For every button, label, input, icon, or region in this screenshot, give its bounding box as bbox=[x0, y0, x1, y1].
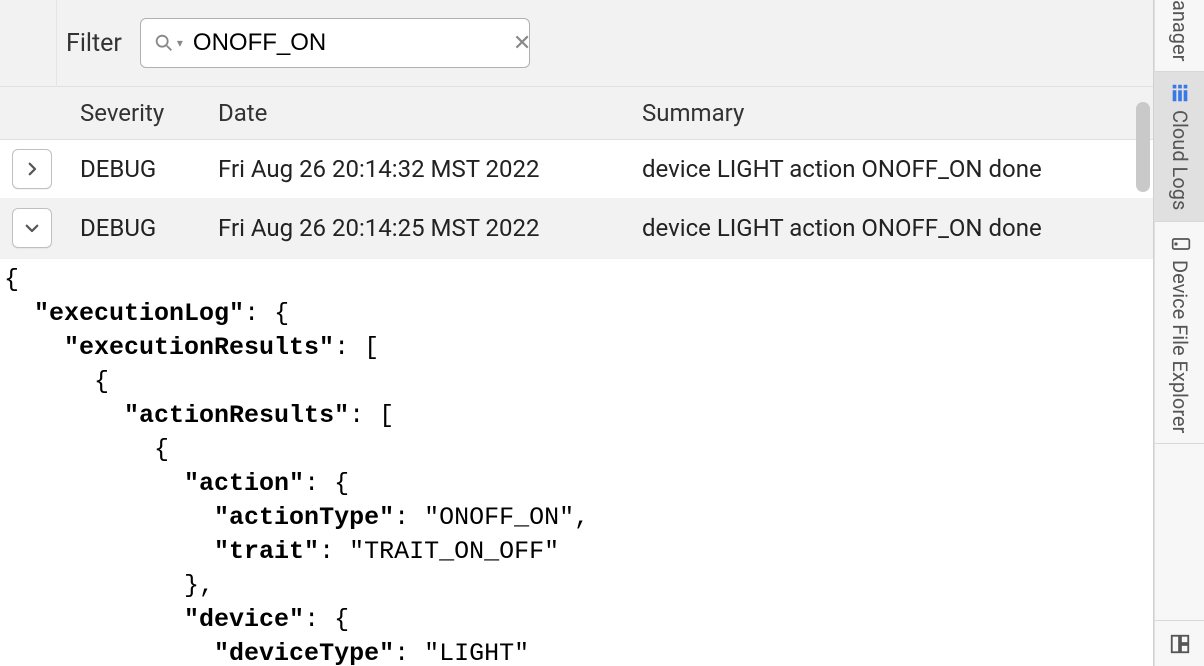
column-header-date: Date bbox=[218, 99, 642, 127]
expand-toggle[interactable] bbox=[12, 149, 52, 189]
search-field-wrap[interactable]: ▾ ✕ bbox=[140, 18, 530, 68]
log-row[interactable]: DEBUG Fri Aug 26 20:14:25 MST 2022 devic… bbox=[0, 199, 1153, 258]
sidebar-tab-label: anager bbox=[1168, 0, 1192, 61]
device-icon bbox=[1169, 232, 1191, 254]
log-row[interactable]: DEBUG Fri Aug 26 20:14:32 MST 2022 devic… bbox=[0, 140, 1153, 199]
main-panel: Filter ▾ ✕ Severity Date Summary bbox=[0, 0, 1154, 666]
cell-summary: device LIGHT action ONOFF_ON done bbox=[642, 155, 1153, 183]
filter-label: Filter bbox=[66, 29, 122, 58]
scrollbar-thumb[interactable] bbox=[1136, 102, 1150, 192]
log-detail-json: { "executionLog": { "executionResults": … bbox=[0, 259, 1153, 666]
cell-severity: DEBUG bbox=[78, 214, 218, 242]
sidebar-bottom-button[interactable] bbox=[1155, 620, 1204, 666]
column-header-severity: Severity bbox=[78, 99, 218, 127]
cell-summary: device LIGHT action ONOFF_ON done bbox=[642, 214, 1153, 242]
sidebar-tab-label: Cloud Logs bbox=[1168, 110, 1192, 210]
sidebar-tab-cloud-logs[interactable]: Cloud Logs bbox=[1155, 72, 1204, 221]
sidebar-tab-label: Device File Explorer bbox=[1168, 260, 1192, 433]
list-icon bbox=[1169, 82, 1191, 104]
clear-search-icon[interactable]: ✕ bbox=[513, 31, 531, 56]
cell-date: Fri Aug 26 20:14:32 MST 2022 bbox=[218, 155, 642, 183]
filter-bar: Filter ▾ ✕ bbox=[0, 0, 1153, 87]
layout-icon bbox=[1169, 633, 1191, 655]
search-input[interactable] bbox=[183, 29, 513, 57]
column-expand-spacer bbox=[0, 99, 78, 127]
column-headers: Severity Date Summary bbox=[0, 87, 1153, 140]
sidebar-tab-device-file-explorer[interactable]: Device File Explorer bbox=[1155, 222, 1204, 444]
column-header-summary: Summary bbox=[642, 99, 1153, 127]
sidebar-tab-manager[interactable]: anager bbox=[1155, 0, 1204, 72]
cell-date: Fri Aug 26 20:14:25 MST 2022 bbox=[218, 214, 642, 242]
expand-toggle[interactable] bbox=[12, 208, 52, 248]
search-icon bbox=[153, 32, 175, 54]
cell-severity: DEBUG bbox=[78, 155, 218, 183]
right-sidebar: anager Cloud Logs bbox=[1154, 0, 1204, 666]
